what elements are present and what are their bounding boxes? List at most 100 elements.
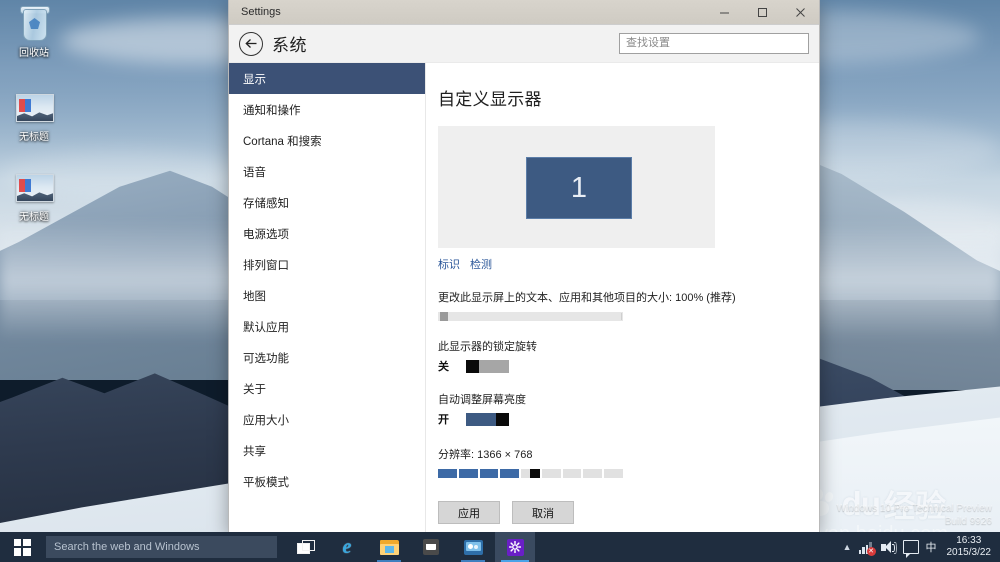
back-button[interactable]	[239, 31, 263, 56]
sidebar-item-storage-sense[interactable]: 存储感知	[229, 187, 425, 218]
sidebar-item-label: 电源选项	[243, 228, 289, 241]
window-controls	[705, 0, 819, 24]
file-explorer-button[interactable]	[369, 532, 409, 562]
close-icon	[795, 7, 805, 17]
network-button[interactable]: ✕	[858, 541, 876, 556]
monitor-number-label: 1	[570, 171, 588, 204]
task-view-button[interactable]	[285, 532, 325, 562]
action-buttons: 应用 取消	[438, 501, 819, 524]
sidebar-item-label: 存储感知	[243, 197, 289, 210]
sidebar-item-label: 关于	[243, 383, 266, 396]
people-icon	[463, 539, 483, 555]
system-tray: ▲ ✕ 中 16:33 2015/3/22	[843, 535, 1000, 559]
auto-brightness-toggle[interactable]	[466, 412, 509, 426]
picture-file-icon	[13, 170, 55, 210]
ime-indicator[interactable]: 中	[926, 539, 937, 555]
scale-label: 更改此显示屏上的文本、应用和其他项目的大小: 100% (推荐)	[438, 292, 736, 304]
sidebar-item-label: 默认应用	[243, 321, 289, 334]
sidebar-item-tablet-mode[interactable]: 平板模式	[229, 466, 425, 497]
resolution-slider-thumb[interactable]	[530, 469, 540, 478]
sidebar-item-power-options[interactable]: 电源选项	[229, 218, 425, 249]
desktop-icon-untitled-2[interactable]: 无标题	[0, 170, 68, 224]
volume-button[interactable]	[880, 540, 897, 554]
sidebar-item-notifications[interactable]: 通知和操作	[229, 94, 425, 125]
detect-link[interactable]: 检测	[470, 256, 492, 272]
content-heading: 自定义显示器	[438, 90, 542, 109]
back-arrow-icon	[244, 39, 256, 48]
sidebar-item-apps-sizes[interactable]: 应用大小	[229, 404, 425, 435]
minimize-icon	[719, 12, 729, 13]
sidebar-item-label: 应用大小	[243, 414, 289, 427]
internet-explorer-button[interactable]: e	[327, 532, 367, 562]
rotation-lock-toggle[interactable]	[466, 359, 509, 373]
picture-file-icon	[13, 90, 55, 130]
sidebar-item-label: 显示	[243, 73, 266, 86]
minimize-button[interactable]	[705, 0, 743, 24]
resolution-label: 分辨率: 1366 × 768	[438, 449, 533, 461]
scale-slider[interactable]	[438, 312, 623, 321]
taskbar-icons: e	[285, 532, 535, 562]
sidebar-item-default-apps[interactable]: 默认应用	[229, 311, 425, 342]
sidebar-item-speech[interactable]: 语音	[229, 156, 425, 187]
clock-date: 2015/3/22	[946, 547, 992, 558]
settings-content: 自定义显示器 1 标识 检测 更改此显示屏上的文本、应用和其他项目的大小: 10…	[426, 63, 819, 532]
sidebar-item-snap-windows[interactable]: 排列窗口	[229, 249, 425, 280]
sidebar-item-label: 平板模式	[243, 476, 289, 489]
internet-explorer-icon: e	[342, 536, 352, 558]
resolution-slider[interactable]	[438, 469, 624, 478]
maximize-icon	[757, 7, 767, 17]
search-input[interactable]	[619, 33, 809, 54]
desktop-icon-recycle-bin[interactable]: 回收站	[0, 6, 68, 60]
sidebar-item-label: 排列窗口	[243, 259, 289, 272]
display-actions: 标识 检测	[438, 256, 819, 272]
sidebar-item-maps[interactable]: 地图	[229, 280, 425, 311]
settings-taskbar-button[interactable]	[495, 532, 535, 562]
file-explorer-icon	[379, 539, 399, 555]
window-title: Settings	[241, 6, 281, 18]
sidebar-item-cortana-search[interactable]: Cortana 和搜索	[229, 125, 425, 156]
settings-sidebar[interactable]: 显示 通知和操作 Cortana 和搜索 语音 存储感知 电源选项 排列窗口 地…	[229, 63, 426, 532]
cancel-button[interactable]: 取消	[512, 501, 574, 524]
settings-header: 系统	[229, 25, 819, 63]
desktop-icon-untitled-1[interactable]: 无标题	[0, 90, 68, 144]
people-button[interactable]	[453, 532, 493, 562]
apply-button[interactable]: 应用	[438, 501, 500, 524]
desktop-icon-label: 无标题	[19, 132, 49, 143]
auto-brightness-label: 自动调整屏幕亮度	[438, 394, 526, 406]
desktop-icon-label: 回收站	[19, 48, 49, 59]
show-hidden-icons-button[interactable]: ▲	[843, 542, 852, 552]
sidebar-item-display[interactable]: 显示	[229, 63, 425, 94]
action-center-button[interactable]	[902, 540, 919, 558]
identify-link[interactable]: 标识	[438, 256, 460, 272]
recycle-bin-icon	[13, 6, 55, 46]
rotation-lock-row: 关	[438, 358, 819, 374]
action-center-icon	[902, 540, 919, 558]
page-title: 系统	[272, 36, 307, 55]
window-titlebar[interactable]: Settings	[229, 0, 819, 25]
rotation-lock-label: 此显示器的锁定旋转	[438, 341, 537, 353]
scale-slider-endtick	[621, 313, 622, 320]
scale-slider-thumb[interactable]	[440, 312, 448, 321]
display-preview-stage[interactable]: 1	[438, 126, 715, 248]
sidebar-item-share[interactable]: 共享	[229, 435, 425, 466]
clock-time: 16:33	[956, 535, 982, 546]
clock[interactable]: 16:33 2015/3/22	[944, 535, 992, 559]
sidebar-item-label: 共享	[243, 445, 266, 458]
network-disconnected-icon: ✕	[858, 541, 876, 556]
settings-window[interactable]: Settings 系统 查找设置 显示 通知和操作 Cortana 和搜索 语音…	[228, 0, 820, 533]
maximize-button[interactable]	[743, 0, 781, 24]
sidebar-item-label: 语音	[243, 166, 266, 179]
start-button[interactable]	[0, 532, 44, 562]
settings-body: 显示 通知和操作 Cortana 和搜索 语音 存储感知 电源选项 排列窗口 地…	[229, 63, 819, 532]
close-button[interactable]	[781, 0, 819, 24]
taskbar-search-placeholder: Search the web and Windows	[54, 541, 200, 553]
store-button[interactable]	[411, 532, 451, 562]
monitor-preview-1[interactable]: 1	[526, 157, 632, 219]
windows-start-icon	[13, 538, 31, 556]
sidebar-item-label: 可选功能	[243, 352, 289, 365]
sidebar-item-optional-features[interactable]: 可选功能	[229, 342, 425, 373]
taskbar-search-box[interactable]: Search the web and Windows	[46, 536, 277, 558]
store-icon	[423, 539, 439, 555]
sidebar-item-about[interactable]: 关于	[229, 373, 425, 404]
taskbar[interactable]: Search the web and Windows e ▲ ✕ 中 16:33…	[0, 532, 1000, 562]
